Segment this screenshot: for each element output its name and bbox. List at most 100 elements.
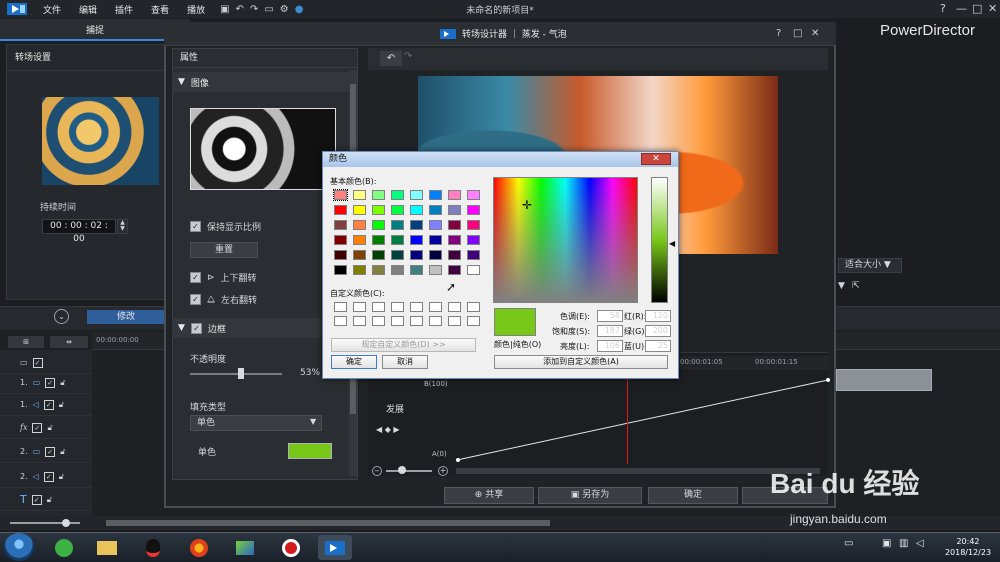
custom-color-swatch[interactable] <box>467 302 480 312</box>
share-button[interactable]: ⊕ 共享 <box>444 487 534 504</box>
save-as-button[interactable]: ▣ 另存为 <box>538 487 642 504</box>
close-button[interactable]: ✕ <box>988 2 997 15</box>
menu-plugins[interactable]: 插件 <box>106 3 142 16</box>
basic-color-swatch[interactable] <box>429 220 442 230</box>
hue-input[interactable]: 58 <box>597 310 623 322</box>
track-checkbox[interactable]: ✓ <box>45 377 56 388</box>
menu-edit[interactable]: 编辑 <box>70 3 106 16</box>
basic-color-swatch[interactable] <box>467 190 480 200</box>
basic-color-swatch[interactable] <box>334 265 347 275</box>
basic-color-swatch[interactable] <box>467 220 480 230</box>
basic-color-swatch[interactable] <box>410 220 423 230</box>
basic-color-swatch[interactable] <box>334 205 347 215</box>
custom-color-swatch[interactable] <box>353 302 366 312</box>
basic-color-swatch[interactable] <box>429 190 442 200</box>
lock-icon[interactable]: 🔓︎ <box>59 472 64 482</box>
timeline-scrollbar[interactable] <box>106 520 550 526</box>
lock-icon[interactable]: 🔓︎ <box>60 378 65 388</box>
color-ok-button[interactable]: 确定 <box>331 355 377 369</box>
basic-color-swatch[interactable] <box>353 235 366 245</box>
basic-color-swatch[interactable] <box>429 235 442 245</box>
menu-playback[interactable]: 播放 <box>178 3 214 16</box>
basic-color-swatch[interactable] <box>448 235 461 245</box>
dropdown-arrow-icon[interactable]: ▼ <box>310 417 316 426</box>
opacity-slider[interactable] <box>190 373 282 375</box>
track-manager-icon[interactable]: ⊞ <box>8 336 44 348</box>
basic-color-swatch[interactable] <box>410 265 423 275</box>
basic-color-swatch[interactable] <box>467 235 480 245</box>
powerdirector-taskbar-icon[interactable] <box>318 535 352 560</box>
duration-field[interactable]: 00 : 00 : 02 : 00 <box>42 219 116 244</box>
menu-file[interactable]: 文件 <box>34 3 70 16</box>
image-section-header[interactable]: ▼ 图像 <box>172 72 350 92</box>
basic-color-swatch[interactable] <box>334 220 347 230</box>
graph-zoom-slider[interactable] <box>386 470 432 472</box>
start-button-icon[interactable] <box>4 533 34 561</box>
taskbar-clock[interactable]: 20:42 2018/12/23 <box>936 536 1000 558</box>
luminance-slider[interactable] <box>651 177 668 303</box>
basic-color-swatch[interactable] <box>391 205 404 215</box>
ok-button[interactable]: 确定 <box>648 487 738 504</box>
basic-color-swatch[interactable] <box>353 250 366 260</box>
redo-icon[interactable]: ↷ <box>404 51 412 62</box>
custom-color-swatch[interactable] <box>391 302 404 312</box>
chevron-down-icon[interactable]: ⌄ <box>54 309 69 324</box>
custom-color-swatch[interactable] <box>410 302 423 312</box>
basic-color-swatch[interactable] <box>372 190 385 200</box>
graph-scrollbar[interactable] <box>456 468 820 474</box>
basic-color-swatch[interactable] <box>429 250 442 260</box>
keep-ratio-checkbox[interactable]: ✓ 保持显示比例 <box>190 220 261 233</box>
modify-button[interactable]: 修改 <box>87 310 165 324</box>
designer-close-button[interactable]: ✕ <box>811 28 819 39</box>
duration-spinner[interactable]: ▲ ▼ <box>117 219 128 234</box>
tray-security-icon[interactable]: ▣ <box>882 538 891 549</box>
basic-color-swatch[interactable] <box>410 235 423 245</box>
mask-image-thumbnail[interactable] <box>190 108 336 190</box>
basic-color-swatch[interactable] <box>410 205 423 215</box>
basic-color-swatch[interactable] <box>467 265 480 275</box>
basic-color-swatch[interactable] <box>353 220 366 230</box>
basic-color-swatch[interactable] <box>448 220 461 230</box>
flip-horizontal-checkbox[interactable]: ✓ ⧋ 左右翻转 <box>190 293 257 306</box>
track-checkbox[interactable]: ✓ <box>45 446 56 457</box>
luminance-input[interactable]: 106 <box>597 340 623 352</box>
basic-color-swatch[interactable] <box>372 265 385 275</box>
track-checkbox[interactable]: ✓ <box>43 471 54 482</box>
basic-color-swatch[interactable] <box>334 235 347 245</box>
green-input[interactable]: 200 <box>645 325 671 337</box>
minimize-button[interactable]: — <box>956 2 967 15</box>
menu-view[interactable]: 查看 <box>142 3 178 16</box>
custom-color-swatch[interactable] <box>353 316 366 326</box>
basic-color-swatch[interactable] <box>467 205 480 215</box>
designer-maximize-button[interactable]: □ <box>793 28 802 39</box>
color-spectrum[interactable] <box>493 177 638 303</box>
basic-color-swatch[interactable] <box>372 205 385 215</box>
browser-360-icon[interactable] <box>47 535 81 560</box>
color-cancel-button[interactable]: 取消 <box>382 355 428 369</box>
timeline-zoom-knob[interactable] <box>62 519 70 527</box>
tray-network-icon[interactable]: ▥ <box>899 538 908 549</box>
maximize-button[interactable]: □ <box>972 2 982 15</box>
blue-input[interactable]: 25 <box>645 340 671 352</box>
reset-button[interactable]: 重置 <box>190 242 258 258</box>
play-arrow-icon[interactable]: ▼ <box>838 281 845 291</box>
basic-color-swatch[interactable] <box>391 265 404 275</box>
external-link-icon[interactable]: ⇱ <box>852 281 860 291</box>
fit-timeline-icon[interactable]: ⇹ <box>50 336 88 348</box>
red-input[interactable]: 120 <box>645 310 671 322</box>
custom-color-swatch[interactable] <box>372 316 385 326</box>
keyframe-navigator[interactable]: ◀ ◆ ▶ <box>376 425 400 434</box>
save-icon[interactable]: ▣ <box>220 4 229 15</box>
zoom-in-icon[interactable]: + <box>438 466 448 476</box>
checkbox-checked-icon[interactable]: ✓ <box>190 322 202 334</box>
add-to-custom-colors-button[interactable]: 添加到自定义颜色(A) <box>494 355 668 369</box>
tab-capture[interactable]: 捕捉 <box>0 19 190 41</box>
custom-color-swatch[interactable] <box>448 316 461 326</box>
zoom-out-icon[interactable]: − <box>372 466 382 476</box>
basic-color-swatch[interactable] <box>448 205 461 215</box>
progress-curve[interactable] <box>456 376 830 462</box>
basic-color-swatch[interactable] <box>410 250 423 260</box>
undo-icon[interactable]: ↶ <box>380 51 402 66</box>
settings-gear-icon[interactable]: ⚙ <box>280 4 289 15</box>
color-dialog-close-button[interactable]: ✕ <box>641 153 671 165</box>
